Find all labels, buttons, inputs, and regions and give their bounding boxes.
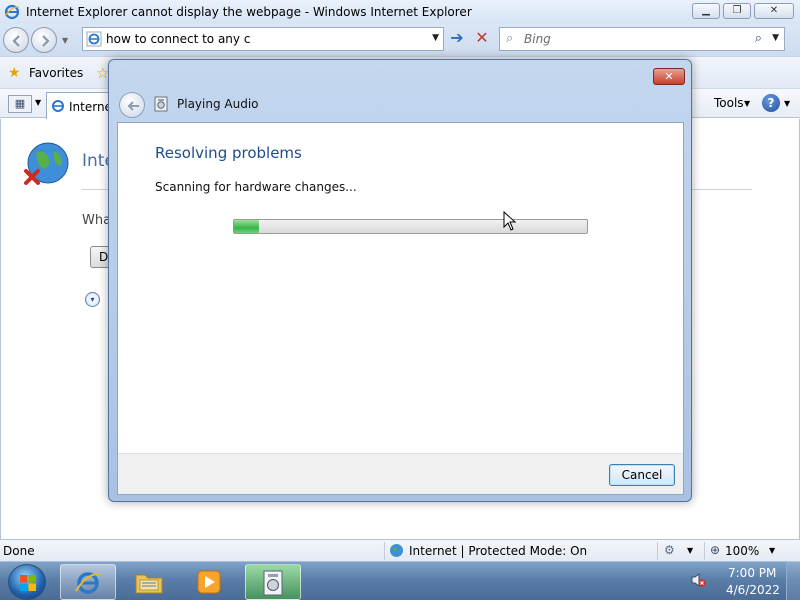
close-window-button[interactable]: ✕	[754, 3, 794, 19]
help-icon[interactable]: ?	[762, 94, 780, 112]
error-page-question: Wha	[82, 213, 112, 228]
status-text: Done	[3, 544, 35, 558]
internet-explorer-icon	[4, 4, 20, 20]
back-button[interactable]	[3, 27, 29, 53]
status-bar: Done Internet | Protected Mode: On ⚙ ▼ ⊕…	[0, 539, 800, 561]
zoom-dropdown-icon[interactable]: ▼	[769, 546, 775, 555]
error-globe-icon	[24, 142, 69, 185]
internet-explorer-icon	[75, 572, 101, 594]
progress-bar	[233, 219, 588, 234]
back-icon	[12, 35, 20, 47]
quick-tabs-icon[interactable]: ▦	[8, 95, 32, 113]
ie-page-icon	[86, 31, 102, 47]
troubleshooter-dialog: ✕ Playing Audio Resolving problems Scann…	[108, 59, 692, 502]
status-divider	[657, 542, 658, 560]
dialog-back-button[interactable]	[119, 92, 145, 118]
search-input[interactable]: Bing	[524, 32, 551, 46]
tools-menu[interactable]: Tools	[714, 96, 744, 110]
audio-troubleshooter-icon	[154, 96, 168, 112]
address-input[interactable]: how to connect to any c	[106, 32, 250, 46]
minimize-button[interactable]: ▁	[692, 3, 720, 19]
folder-icon	[135, 574, 163, 594]
popup-blocker-icon[interactable]: ⚙	[664, 543, 675, 557]
window-controls: ▁ ❐ ✕	[692, 3, 794, 19]
internet-zone-icon	[390, 544, 403, 557]
clock-date[interactable]: 4/6/2022	[726, 583, 780, 597]
forward-button[interactable]	[31, 27, 57, 53]
search-provider-icon: ⌕	[506, 31, 514, 46]
tab-list-dropdown-icon[interactable]: ▼	[35, 98, 41, 107]
zoom-icon[interactable]: ⊕	[710, 543, 720, 557]
favorites-button[interactable]: Favorites	[29, 66, 83, 80]
tools-dropdown-icon[interactable]: ▼	[744, 99, 750, 108]
go-icon[interactable]: ➔	[446, 30, 468, 48]
window-title: Internet Explorer cannot display the web…	[26, 5, 472, 19]
clock-time[interactable]: 7:00 PM	[728, 566, 776, 580]
maximize-button[interactable]: ❐	[723, 3, 751, 19]
dialog-body: Resolving problems Scanning for hardware…	[117, 122, 684, 495]
dialog-title: Playing Audio	[177, 97, 259, 111]
recent-pages-dropdown-icon[interactable]: ▼	[62, 36, 68, 45]
audio-troubleshooter-icon	[263, 570, 283, 596]
search-icon[interactable]: ⌕	[755, 31, 762, 46]
status-divider	[384, 542, 385, 560]
show-desktop-button[interactable]	[786, 561, 800, 600]
progress-bar-fill	[234, 220, 259, 233]
forward-icon	[42, 35, 50, 47]
address-dropdown-icon[interactable]: ▼	[432, 33, 439, 43]
dialog-footer: Cancel	[118, 453, 683, 494]
search-options-dropdown-icon[interactable]: ▼	[772, 33, 779, 43]
stop-icon[interactable]: ✕	[471, 29, 493, 49]
taskbar-troubleshooter[interactable]	[245, 564, 301, 600]
start-button[interactable]	[8, 564, 46, 600]
help-dropdown-icon[interactable]: ▼	[784, 99, 790, 108]
scan-status-text: Scanning for hardware changes...	[155, 180, 357, 194]
zoom-level[interactable]: 100%	[725, 544, 759, 558]
address-bar[interactable]: how to connect to any c ▼	[82, 27, 444, 51]
search-box[interactable]: ⌕ Bing ⌕ ▼	[499, 27, 785, 51]
status-dropdown-icon[interactable]: ▼	[687, 546, 693, 555]
favorites-star-icon[interactable]: ★	[8, 65, 21, 81]
resolving-heading: Resolving problems	[155, 144, 302, 162]
ie-tab-icon	[52, 100, 64, 112]
windows-logo-icon	[20, 575, 36, 591]
security-zone-text[interactable]: Internet | Protected Mode: On	[409, 544, 587, 558]
back-arrow-icon	[127, 101, 139, 111]
more-information-icon[interactable]: ▾	[85, 292, 100, 307]
ie-title-bar: Internet Explorer cannot display the web…	[0, 0, 800, 24]
tab-internet[interactable]: Internet	[46, 92, 117, 119]
taskbar-windows-media-player[interactable]	[182, 564, 238, 600]
dialog-close-button[interactable]: ✕	[653, 68, 685, 85]
mouse-pointer-icon	[503, 211, 517, 231]
taskbar	[0, 561, 800, 600]
volume-muted-icon[interactable]	[690, 572, 706, 588]
media-player-icon	[197, 570, 221, 594]
cancel-button[interactable]: Cancel	[609, 464, 675, 486]
taskbar-windows-explorer[interactable]	[122, 564, 178, 600]
status-divider	[704, 542, 705, 560]
taskbar-internet-explorer[interactable]	[60, 564, 116, 600]
